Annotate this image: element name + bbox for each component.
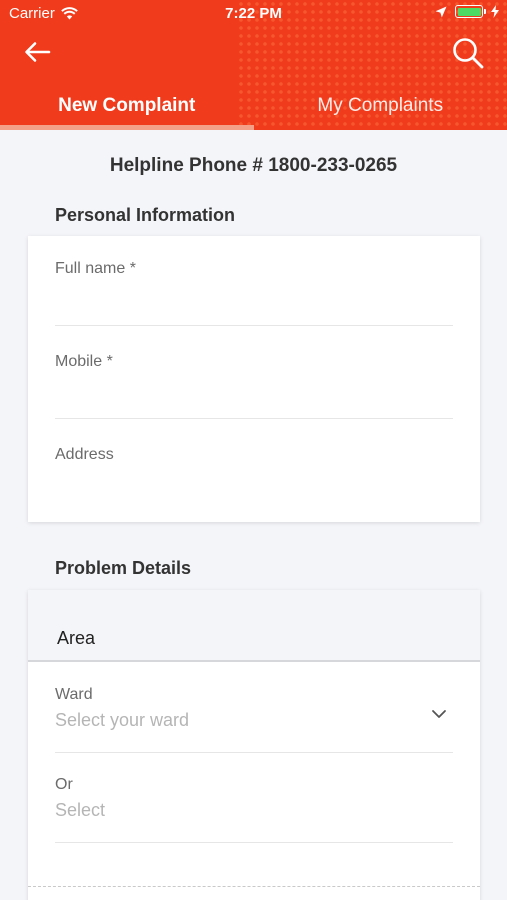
dashed-divider <box>28 886 480 887</box>
full-name-field[interactable]: Full name * <box>55 260 453 326</box>
mobile-underline <box>55 418 453 419</box>
chevron-down-icon[interactable] <box>431 706 447 722</box>
ward-label: Ward <box>55 686 93 703</box>
location-arrow-icon <box>435 6 447 17</box>
battery-level <box>457 7 481 16</box>
problem-details-title: Problem Details <box>55 558 192 578</box>
status-time: 7:22 PM <box>225 5 282 22</box>
mobile-label: Mobile * <box>55 353 113 370</box>
full-name-label: Full name * <box>55 260 136 277</box>
status-right-group <box>435 5 499 18</box>
complaint-tabs: New Complaint My Complaints <box>0 86 507 130</box>
area-title: Area <box>57 628 96 648</box>
tab-new-complaint[interactable]: New Complaint <box>0 86 254 130</box>
active-tab-indicator <box>0 125 254 130</box>
problem-details-card: Area Ward Select your ward Or Select <box>28 590 480 900</box>
search-icon <box>453 38 484 69</box>
status-bar: Carrier 7:22 PM <box>0 0 507 28</box>
tab-my-complaints[interactable]: My Complaints <box>254 86 507 130</box>
personal-info-title: Personal Information <box>55 205 236 225</box>
or-select-placeholder: Select <box>55 800 106 820</box>
address-label: Address <box>55 446 114 463</box>
mobile-field[interactable]: Mobile * <box>55 353 453 419</box>
or-label: Or <box>55 776 73 793</box>
app-header: Carrier 7:22 PM New Complaint My Complai… <box>0 0 507 130</box>
personal-info-card: Full name * Mobile * Address <box>28 236 480 522</box>
area-header: Area <box>28 590 480 662</box>
or-select-field[interactable]: Or Select <box>55 776 453 843</box>
or-select-underline <box>55 842 453 843</box>
search-button[interactable] <box>451 36 485 70</box>
back-button[interactable] <box>22 38 52 66</box>
ward-underline <box>55 752 453 753</box>
helpline-phone: Helpline Phone # 1800-233-0265 <box>109 155 398 176</box>
battery-icon <box>455 5 486 18</box>
charging-bolt-icon <box>491 5 499 18</box>
ward-select[interactable]: Ward Select your ward <box>55 686 453 753</box>
ward-placeholder: Select your ward <box>55 710 190 730</box>
arrow-left-icon <box>25 42 51 62</box>
address-field[interactable]: Address <box>55 446 453 506</box>
full-name-underline <box>55 325 453 326</box>
